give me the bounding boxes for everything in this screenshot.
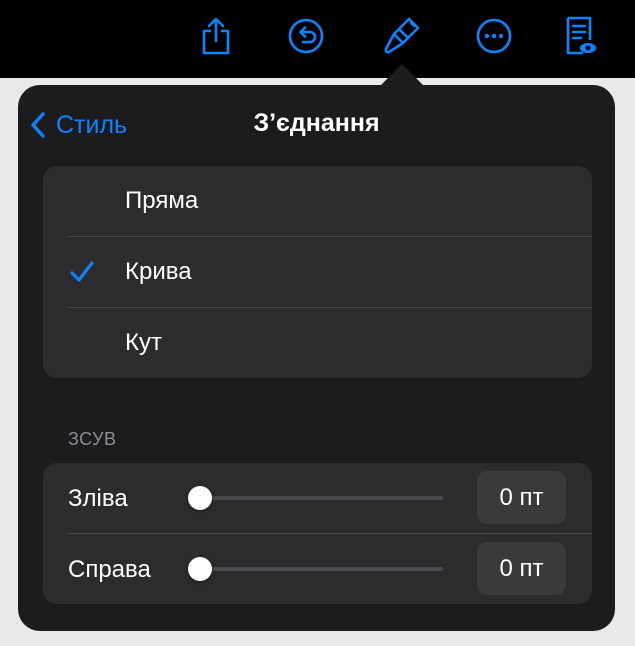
share-button[interactable] xyxy=(194,14,238,58)
offset-left-label: Зліва xyxy=(68,485,128,512)
offset-right-label: Справа xyxy=(68,556,151,583)
toolbar xyxy=(0,0,635,78)
checkmark-icon xyxy=(70,261,94,282)
option-label: Крива xyxy=(125,258,192,285)
popover-header: Стиль З’єднання xyxy=(18,85,615,165)
format-button[interactable] xyxy=(380,14,424,58)
connection-popover: Стиль З’єднання Пряма Крива Кут ЗСУВ Злі… xyxy=(18,85,615,631)
paintbrush-icon xyxy=(384,17,420,54)
reader-view-icon xyxy=(566,16,596,55)
offset-right-slider[interactable] xyxy=(188,557,443,581)
option-label: Кут xyxy=(125,329,162,356)
popover-arrow xyxy=(380,64,424,86)
option-label: Пряма xyxy=(125,187,199,214)
undo-button[interactable] xyxy=(284,14,328,58)
share-icon xyxy=(202,17,230,55)
offset-row-left: Зліва 0 пт xyxy=(43,463,592,533)
offset-row-right: Справа 0 пт xyxy=(43,534,592,604)
offset-left-value-field[interactable]: 0 пт xyxy=(477,471,566,524)
option-curved[interactable]: Крива xyxy=(43,237,592,307)
offset-right-slider-thumb[interactable] xyxy=(188,557,212,581)
offset-section-header: ЗСУВ xyxy=(68,429,117,449)
undo-icon xyxy=(288,18,324,54)
offset-left-slider-thumb[interactable] xyxy=(188,486,212,510)
option-straight[interactable]: Пряма xyxy=(43,166,592,236)
offset-right-value-field[interactable]: 0 пт xyxy=(477,542,566,595)
popover-title: З’єднання xyxy=(253,109,380,137)
more-button[interactable] xyxy=(472,14,516,58)
connection-type-list: Пряма Крива Кут xyxy=(43,166,592,378)
offset-settings-group: Зліва 0 пт Справа 0 пт xyxy=(43,463,592,604)
more-icon xyxy=(476,18,512,54)
reader-view-button[interactable] xyxy=(558,14,602,58)
offset-left-slider[interactable] xyxy=(188,486,443,510)
option-corner[interactable]: Кут xyxy=(43,308,592,378)
